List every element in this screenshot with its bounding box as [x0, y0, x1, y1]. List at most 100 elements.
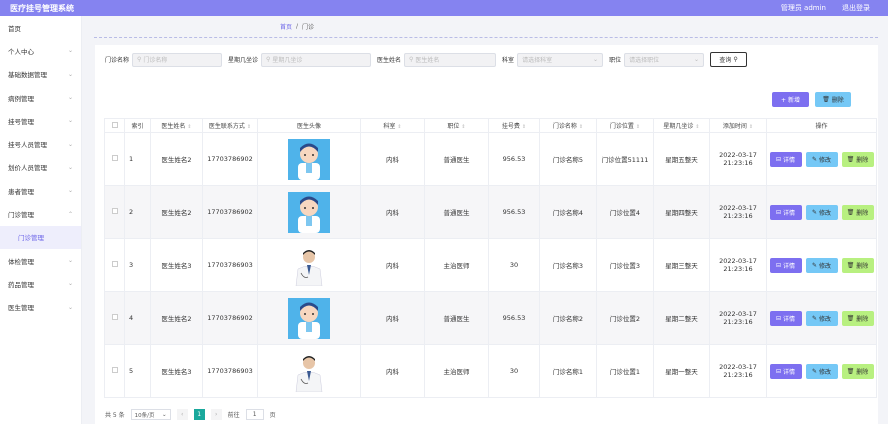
trash-icon: 🗑: [846, 208, 857, 216]
cell-add-time: 2022-03-17 21:23:16: [709, 238, 767, 292]
doctor-input[interactable]: ⚲ 医生姓名: [404, 52, 497, 67]
column-header[interactable]: 索引: [124, 118, 151, 133]
sidebar-item[interactable]: 挂号管理 ⌄: [0, 109, 81, 132]
cell-title: 普通医生: [424, 132, 489, 186]
cell-dept: 内科: [360, 344, 425, 398]
dept-select[interactable]: 请选择科室 ⌄: [517, 52, 604, 67]
column-header[interactable]: 职位 ⇕: [424, 118, 489, 133]
edit-button[interactable]: ✎ 修改: [805, 363, 838, 379]
sidebar-item[interactable]: 基础数据管理 ⌄: [0, 63, 81, 86]
sidebar-item[interactable]: 首页: [0, 16, 81, 39]
edit-icon: ✎: [812, 261, 819, 269]
cell-clinic-location: 门诊位置4: [596, 185, 654, 239]
delete-button[interactable]: 🗑 删除: [841, 151, 874, 167]
edit-button[interactable]: ✎ 修改: [805, 204, 838, 220]
row-checkbox-cell[interactable]: [104, 238, 125, 292]
column-header[interactable]: 添加时间 ⇕: [709, 118, 767, 133]
cell-ops: ⊟ 详情 ✎ 修改 🗑 删除: [766, 291, 877, 345]
column-header[interactable]: 挂号费 ⇕: [488, 118, 540, 133]
sidebar-item[interactable]: 个人中心 ⌄: [0, 39, 81, 62]
row-checkbox-cell[interactable]: [104, 291, 125, 345]
sidebar-item[interactable]: 挂号人员管理 ⌄: [0, 132, 81, 155]
sidebar-item[interactable]: 门诊管理 ⌃: [0, 202, 81, 225]
row-checkbox-cell[interactable]: [104, 344, 125, 398]
sidebar-item-label: 门诊管理: [18, 234, 44, 243]
doctor-avatar-image: [288, 244, 330, 286]
row-checkbox[interactable]: [111, 367, 118, 373]
breadcrumb-home[interactable]: 首页: [280, 22, 292, 31]
cell-doctor-name: 医生姓名3: [150, 344, 203, 398]
chevron-left-icon: ‹: [180, 411, 184, 418]
detail-button[interactable]: ⊟ 详情: [769, 257, 802, 273]
column-header: 医生头像: [257, 118, 361, 133]
sidebar-item[interactable]: 划价人员管理 ⌄: [0, 156, 81, 179]
trash-icon: 🗑: [846, 314, 857, 322]
table-header: 索引 医生姓名 ⇕ 医生联系方式 ⇕ 医生头像 科室 ⇕ 职位 ⇕ 挂号费 ⇕ 门诊名称 ⇕ 门…: [104, 118, 877, 133]
clinic-name-input[interactable]: ⚲ 门诊名称: [132, 52, 223, 67]
week-input[interactable]: ⚲ 星期几坐诊: [261, 52, 372, 67]
sidebar-item[interactable]: 患者管理 ⌄: [0, 179, 81, 202]
cell-index: 4: [124, 291, 151, 345]
week-label: 星期几坐诊: [228, 57, 259, 64]
select-all-checkbox[interactable]: [111, 121, 118, 128]
batch-delete-button[interactable]: 🗑 删除: [815, 92, 851, 107]
next-page-button[interactable]: ›: [210, 409, 222, 420]
row-checkbox[interactable]: [111, 155, 118, 161]
cell-fee: 30: [488, 344, 540, 398]
edit-button[interactable]: ✎ 修改: [805, 310, 838, 326]
column-header[interactable]: 星期几坐诊 ⇕: [653, 118, 710, 133]
row-checkbox-cell[interactable]: [104, 132, 125, 186]
chevron-icon: ⌄: [67, 70, 73, 78]
goto-label: 前往: [227, 412, 240, 419]
column-header[interactable]: 医生联系方式 ⇕: [202, 118, 258, 133]
delete-button[interactable]: 🗑 删除: [841, 257, 874, 273]
cell-add-time: 2022-03-17 21:23:16: [709, 291, 767, 345]
query-button[interactable]: 查询 ⚲: [710, 52, 748, 67]
prev-page-button[interactable]: ‹: [176, 409, 188, 420]
cell-index: 5: [124, 344, 151, 398]
goto-page-input[interactable]: 1: [245, 409, 264, 420]
delete-button[interactable]: 🗑 删除: [841, 204, 874, 220]
column-header[interactable]: 医生姓名 ⇕: [150, 118, 203, 133]
sidebar-item[interactable]: 医生管理 ⌄: [0, 296, 81, 319]
cell-add-time: 2022-03-17 21:23:16: [709, 185, 767, 239]
title-select[interactable]: 请选择职位 ⌄: [624, 52, 705, 67]
select-all-checkbox-cell[interactable]: [104, 118, 125, 133]
sidebar-item-label: 药品管理: [8, 280, 34, 289]
edit-button[interactable]: ✎ 修改: [805, 257, 838, 273]
add-button[interactable]: + 新增: [772, 92, 809, 107]
chevron-icon: ⌄: [67, 140, 73, 148]
column-header: 操作: [766, 118, 877, 133]
chevron-down-icon: ⌄: [593, 56, 599, 63]
page-number[interactable]: 1: [193, 409, 205, 420]
delete-button[interactable]: 🗑 删除: [841, 310, 874, 326]
breadcrumb: 首页 / 门诊: [280, 22, 314, 31]
edit-button[interactable]: ✎ 修改: [805, 151, 838, 167]
sidebar-item-label: 划价人员管理: [8, 164, 47, 173]
table-row: 1 医生姓名2 17703786902 内科 普通医生 956.53 门诊名称5 门诊位置51…: [104, 132, 877, 186]
row-checkbox[interactable]: [111, 261, 118, 267]
detail-button[interactable]: ⊟ 详情: [769, 204, 802, 220]
chevron-icon: ⌄: [67, 187, 73, 195]
delete-button[interactable]: 🗑 删除: [841, 363, 874, 379]
sidebar-item[interactable]: 病例管理 ⌄: [0, 86, 81, 109]
detail-button[interactable]: ⊟ 详情: [769, 151, 802, 167]
detail-button[interactable]: ⊟ 详情: [769, 310, 802, 326]
row-checkbox[interactable]: [111, 208, 118, 214]
detail-icon: ⊟: [776, 208, 783, 216]
detail-button[interactable]: ⊟ 详情: [769, 363, 802, 379]
row-checkbox-cell[interactable]: [104, 185, 125, 239]
column-header[interactable]: 门诊位置 ⇕: [596, 118, 654, 133]
chevron-icon: ⌃: [67, 210, 73, 218]
column-header[interactable]: 门诊名称 ⇕: [539, 118, 597, 133]
total-count: 共 5 条: [105, 412, 125, 419]
sidebar-item[interactable]: 体检管理 ⌄: [0, 249, 81, 272]
sidebar-item-label: 医生管理: [8, 304, 34, 313]
page-size-select[interactable]: 10条/页 ⌄: [130, 409, 171, 420]
row-checkbox[interactable]: [111, 314, 118, 320]
logout-link[interactable]: 退出登录: [842, 3, 870, 13]
sidebar-item[interactable]: 药品管理 ⌄: [0, 272, 81, 295]
breadcrumb-separator: /: [296, 23, 299, 30]
sidebar-item[interactable]: 门诊管理: [0, 225, 81, 249]
column-header[interactable]: 科室 ⇕: [360, 118, 425, 133]
